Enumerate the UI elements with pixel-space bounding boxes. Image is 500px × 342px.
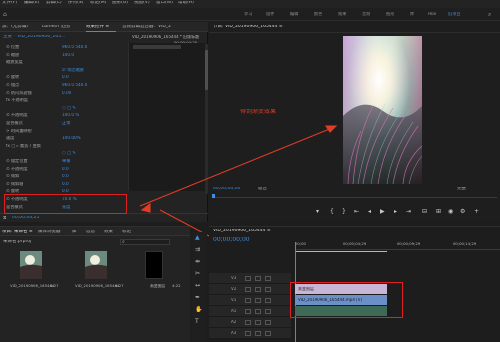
media-duration-3: 4:22	[172, 284, 181, 288]
tab-project[interactable]: 项目: 未命名 ≡	[2, 230, 33, 235]
toggle-lock-icon[interactable]	[245, 331, 251, 336]
arrow-to-preview	[139, 127, 333, 207]
tab-markers[interactable]: 标记	[122, 230, 131, 235]
toggle-sync-icon[interactable]	[255, 331, 261, 336]
thumbnail-image	[20, 251, 42, 279]
media-duration-1: 6:27	[50, 284, 59, 288]
toggle-output-icon[interactable]	[265, 276, 271, 281]
toggle-lock-icon[interactable]	[245, 276, 251, 281]
tab-libraries[interactable]: 库	[72, 230, 77, 235]
media-duration-2: 6:27	[115, 284, 124, 288]
media-name-1: VID_20190906_165444	[10, 284, 55, 288]
track-name: A3	[231, 331, 237, 335]
work-area-bar[interactable]	[295, 251, 387, 252]
toggle-sync-icon[interactable]	[255, 320, 261, 325]
timeline-timecode[interactable]: 00;00;00;00	[213, 237, 250, 243]
media-name-2: VID_20190906_165444	[75, 284, 120, 288]
toggle-sync-icon[interactable]	[255, 276, 261, 281]
track-header[interactable]: A2	[209, 317, 291, 328]
timeline-ruler[interactable]: 00;00 00;00;04;29 00;00;09;29 00;00;14;2…	[295, 242, 500, 250]
toggle-output-icon[interactable]	[265, 331, 271, 336]
toggle-output-icon[interactable]	[265, 298, 271, 303]
toggle-output-icon[interactable]	[265, 287, 271, 292]
toggle-lock-icon[interactable]	[245, 320, 251, 325]
timeline-sequence-tab[interactable]: VID_20190906_165444 ≡	[213, 229, 271, 234]
slip-tool-icon[interactable]: ↔	[195, 282, 200, 289]
track-header[interactable]: A1	[209, 306, 291, 317]
ruler-tick-0: 00;00	[295, 242, 306, 246]
media-name-3: 渐变图层	[150, 284, 166, 288]
toggle-output-icon[interactable]	[265, 309, 271, 314]
toggle-sync-icon[interactable]	[255, 287, 261, 292]
track-header[interactable]: V1	[209, 295, 291, 306]
toggle-output-icon[interactable]	[265, 320, 271, 325]
track-name: V3	[231, 276, 237, 280]
ripple-edit-tool-icon[interactable]: ⇹	[195, 258, 200, 265]
hand-tool-icon[interactable]: ✋	[195, 306, 202, 313]
media-thumbnail-2[interactable]	[85, 251, 107, 279]
ruler-tick-2: 00;00;09;29	[397, 242, 421, 246]
track-header[interactable]: A3	[209, 328, 291, 339]
media-thumbnail-3[interactable]	[145, 251, 163, 279]
project-tabs: 项目: 未命名 ≡ 媒体浏览器 库 信息 效果 标记	[0, 227, 190, 236]
track-header[interactable]: V3	[209, 273, 291, 284]
thumbnail-image	[85, 251, 107, 279]
timeline-panel: VID_20190906_165444 ≡ 00;00;00;00 00;00 …	[209, 226, 500, 342]
toggle-lock-icon[interactable]	[245, 309, 251, 314]
toggle-lock-icon[interactable]	[245, 287, 251, 292]
track-select-tool-icon[interactable]: ⇉	[195, 246, 200, 253]
selection-tool-icon[interactable]: ▲	[195, 234, 200, 241]
project-path: 未命名.prproj	[3, 240, 32, 244]
pen-tool-icon[interactable]: ✒	[195, 294, 200, 301]
project-search-input[interactable]	[120, 239, 170, 245]
arrow-to-preview-head	[324, 125, 338, 133]
type-tool-icon[interactable]: T	[195, 318, 199, 325]
track-name: A2	[231, 320, 237, 324]
track-headers: V3 V2 V1 A1 A2 A3	[209, 273, 291, 342]
ruler-tick-3: 00;00;14;29	[453, 242, 477, 246]
project-search-icon: ⌕	[122, 239, 125, 245]
toggle-sync-icon[interactable]	[255, 309, 261, 314]
track-name: V2	[231, 287, 237, 291]
track-header[interactable]: V2	[209, 284, 291, 295]
track-name: A1	[231, 309, 237, 313]
ruler-tick-1: 00;00;04;29	[343, 242, 367, 246]
tab-info[interactable]: 信息	[86, 230, 95, 235]
tab-media-browser[interactable]: 媒体浏览器	[38, 230, 61, 235]
toggle-lock-icon[interactable]	[245, 298, 251, 303]
project-panel: 项目: 未命名 ≡ 媒体浏览器 库 信息 效果 标记 未命名.prproj ⌕ …	[0, 226, 190, 342]
tab-effects[interactable]: 效果	[104, 230, 113, 235]
media-thumbnail-1[interactable]	[20, 251, 42, 279]
razor-tool-icon[interactable]: ✂	[195, 270, 200, 277]
tools-panel: ▲ ⇉ ⇹ ✂ ↔ ✒ ✋ T	[191, 232, 207, 342]
toggle-sync-icon[interactable]	[255, 298, 261, 303]
highlight-box-clips	[290, 282, 403, 318]
track-name: V1	[231, 298, 237, 302]
